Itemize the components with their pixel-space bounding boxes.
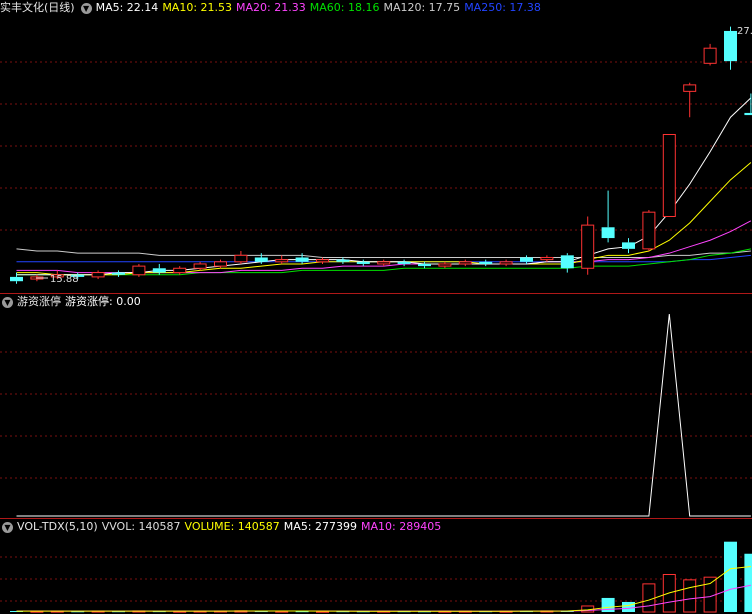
candlestick[interactable]	[418, 261, 431, 269]
candlestick[interactable]	[295, 253, 309, 264]
candle-body	[132, 265, 146, 276]
candle-body	[683, 84, 697, 92]
candlestick[interactable]	[152, 263, 166, 275]
candle-body	[458, 261, 472, 265]
candlestick[interactable]	[683, 82, 697, 118]
candlestick[interactable]	[724, 26, 737, 70]
candle-body	[642, 211, 656, 250]
candlestick[interactable]	[91, 270, 105, 280]
candle-body	[540, 256, 554, 261]
low-price-marker: 15.88	[50, 274, 79, 285]
candle-body	[91, 272, 105, 278]
candlestick[interactable]	[112, 270, 125, 277]
candlestick[interactable]	[581, 216, 595, 275]
candlestick[interactable]	[356, 259, 370, 267]
candle-body	[479, 261, 493, 264]
volume-bar	[683, 579, 697, 613]
candle-body	[499, 261, 513, 265]
candle-body	[662, 134, 676, 217]
indicator-panel: ▼ 游资涨停 游资涨停: 0.00	[0, 294, 752, 519]
candle-body	[622, 242, 635, 249]
candlestick[interactable]	[458, 259, 472, 267]
candlestick[interactable]	[662, 134, 676, 217]
candlestick[interactable]	[703, 43, 717, 66]
candle-body	[193, 263, 207, 269]
candle-body	[418, 263, 431, 267]
ma5-line	[16, 97, 752, 276]
candle-body	[724, 30, 737, 62]
candlestick[interactable]	[234, 251, 248, 264]
volume-chart[interactable]	[0, 519, 752, 614]
candlestick[interactable]	[377, 259, 391, 267]
candle-body	[10, 276, 23, 282]
candle-body	[295, 257, 309, 262]
candlestick[interactable]	[336, 257, 350, 264]
candlestick[interactable]	[642, 210, 656, 252]
candle-body	[316, 259, 329, 263]
candle-body	[397, 261, 411, 264]
candle-body	[112, 272, 125, 275]
candlestick[interactable]	[438, 261, 452, 269]
candle-body	[560, 255, 574, 269]
candle-body	[275, 259, 289, 263]
candlestick[interactable]	[520, 255, 533, 264]
volume-bar	[622, 601, 635, 612]
candlestick[interactable]	[479, 259, 493, 267]
volume-bar	[724, 541, 737, 612]
candle-body	[356, 261, 370, 264]
candlestick[interactable]	[316, 257, 329, 264]
candle-body	[152, 268, 166, 273]
candlestick[interactable]	[622, 238, 635, 254]
candle-body	[703, 47, 717, 64]
vol-ma10-line	[16, 584, 751, 612]
candlestick[interactable]	[560, 253, 574, 273]
signal-line	[16, 313, 751, 517]
indicator-chart[interactable]	[0, 294, 752, 519]
high-price-marker: 27.	[737, 26, 752, 37]
candle-body	[254, 257, 268, 262]
volume-bar	[744, 553, 752, 612]
candlestick[interactable]	[132, 263, 146, 277]
candlestick[interactable]	[397, 259, 411, 267]
candlestick[interactable]	[275, 255, 289, 264]
candle-body	[520, 257, 533, 262]
volume-bar	[642, 583, 656, 613]
vol-ma5-line	[16, 565, 751, 612]
candle-body	[377, 261, 391, 265]
candle-body	[214, 261, 227, 267]
price-panel: 实丰文化(日线) ▼ MA5: 22.14 MA10: 21.53 MA20: 21.3…	[0, 0, 752, 294]
candle-body	[234, 254, 248, 263]
volume-panel: ▼ VOL-TDX(5,10) VVOL: 140587 VOLUME: 140587…	[0, 519, 752, 614]
candle-body	[601, 227, 615, 239]
candle-body	[581, 224, 595, 269]
candle-body	[744, 112, 752, 116]
candle-body	[438, 263, 452, 267]
candlestick[interactable]	[601, 190, 615, 243]
candle-body	[173, 267, 187, 274]
candlestick-chart[interactable]: 15.88 27.	[0, 0, 752, 294]
candlestick[interactable]	[540, 255, 554, 262]
candlestick[interactable]	[173, 266, 187, 275]
candle-body	[336, 259, 350, 262]
candlestick[interactable]	[499, 259, 513, 267]
